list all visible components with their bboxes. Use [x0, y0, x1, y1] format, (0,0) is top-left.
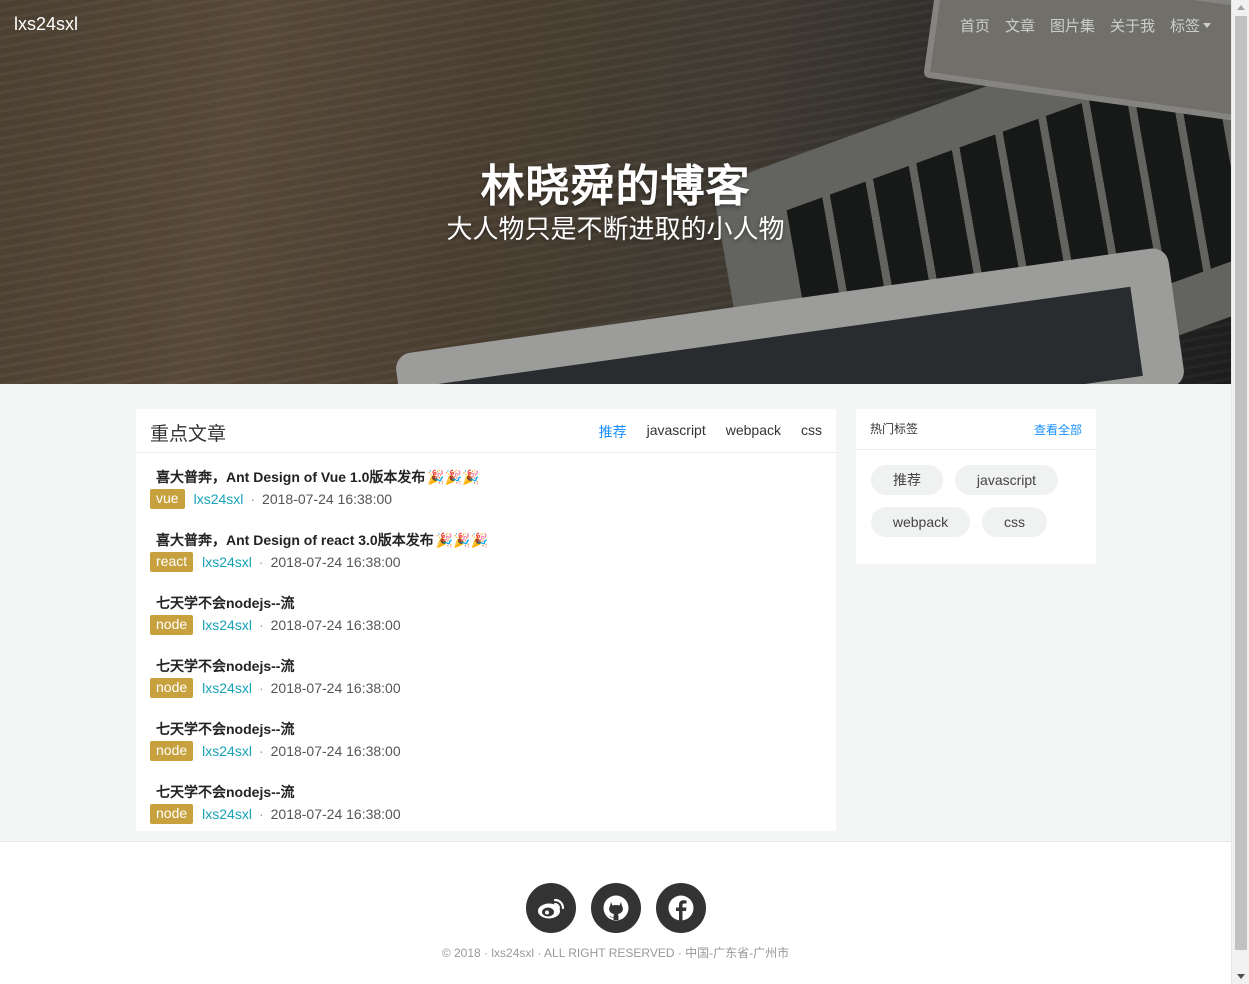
article-date: 2018-07-24 16:38:00: [270, 806, 401, 822]
article-tag-badge[interactable]: node: [150, 615, 194, 635]
article-author[interactable]: lxs24sxl: [202, 806, 252, 822]
article-tag-badge[interactable]: node: [150, 804, 194, 824]
side-card-title: 热门标签: [870, 422, 919, 436]
footer: © 2018 · lxs24sxl · ALL RIGHT RESERVED ·…: [0, 841, 1231, 984]
article-tag-badge[interactable]: node: [150, 678, 194, 698]
meta-separator: ·: [258, 680, 264, 696]
tag-pill[interactable]: css: [982, 507, 1047, 537]
hero-banner: 林晓舜的博客 大人物只是不断进取的小人物: [0, 0, 1231, 384]
article-meta: react lxs24sxl · 2018-07-24 16:38:00: [150, 552, 401, 572]
article-date: 2018-07-24 16:38:00: [262, 491, 393, 507]
article-date: 2018-07-24 16:38:00: [270, 743, 401, 759]
hero-title: 林晓舜的博客: [480, 162, 751, 211]
article-item[interactable]: 七天学不会nodejs--流 node lxs24sxl · 2018-07-2…: [150, 656, 820, 706]
article-item[interactable]: 七天学不会nodejs--流 node lxs24sxl · 2018-07-2…: [150, 719, 820, 769]
hot-tags-card: 热门标签 查看全部 推荐 javascript webpack css: [856, 409, 1096, 564]
article-title[interactable]: 喜大普奔，Ant Design of Vue 1.0版本发布 🎉🎉🎉: [156, 467, 480, 487]
meta-separator: ·: [258, 743, 264, 759]
copyright-text: © 2018 · lxs24sxl · ALL RIGHT RESERVED ·…: [441, 946, 790, 960]
article-date: 2018-07-24 16:38:00: [270, 617, 401, 633]
brand-logo[interactable]: lxs24sxl: [14, 14, 78, 35]
meta-separator: ·: [258, 554, 264, 570]
article-title[interactable]: 七天学不会nodejs--流: [156, 656, 294, 676]
article-title[interactable]: 七天学不会nodejs--流: [156, 593, 294, 613]
github-icon[interactable]: [591, 883, 641, 933]
category-tabs: 推荐 javascript webpack css: [579, 422, 822, 442]
article-item[interactable]: 七天学不会nodejs--流 node lxs24sxl · 2018-07-2…: [150, 593, 820, 643]
nav-articles[interactable]: 文章: [1005, 15, 1035, 36]
facebook-icon[interactable]: [656, 883, 706, 933]
meta-separator: ·: [250, 491, 256, 507]
article-tag-badge[interactable]: node: [150, 741, 194, 761]
tab-webpack[interactable]: webpack: [726, 422, 781, 442]
tag-pill[interactable]: 推荐: [871, 465, 943, 495]
card-header: 重点文章 推荐 javascript webpack css: [136, 409, 836, 453]
party-popper-icon: 🎉🎉🎉: [435, 532, 488, 548]
page-scrollbar[interactable]: [1231, 0, 1249, 984]
view-all-link[interactable]: 查看全部: [1034, 421, 1082, 438]
article-meta: node lxs24sxl · 2018-07-24 16:38:00: [150, 615, 401, 635]
caret-down-icon: [1203, 23, 1211, 28]
article-date: 2018-07-24 16:38:00: [270, 554, 401, 570]
nav-tags-dropdown[interactable]: 标签: [1170, 15, 1211, 36]
article-title[interactable]: 七天学不会nodejs--流: [156, 719, 294, 739]
article-author[interactable]: lxs24sxl: [194, 491, 244, 507]
navbar: lxs24sxl 首页 文章 图片集 关于我 标签: [0, 0, 1231, 48]
article-item[interactable]: 喜大普奔，Ant Design of Vue 1.0版本发布 🎉🎉🎉 vue lx…: [150, 467, 820, 517]
side-card-header: 热门标签 查看全部: [856, 409, 1096, 450]
meta-separator: ·: [258, 617, 264, 633]
party-popper-icon: 🎉🎉🎉: [427, 469, 480, 485]
nav-about[interactable]: 关于我: [1110, 15, 1155, 36]
article-meta: node lxs24sxl · 2018-07-24 16:38:00: [150, 741, 401, 761]
weibo-icon[interactable]: [526, 883, 576, 933]
nav-gallery[interactable]: 图片集: [1050, 15, 1095, 36]
article-meta: node lxs24sxl · 2018-07-24 16:38:00: [150, 804, 401, 824]
hero-subtitle: 大人物只是不断进取的小人物: [446, 214, 785, 244]
article-title[interactable]: 喜大普奔，Ant Design of react 3.0版本发布 🎉🎉🎉: [156, 530, 488, 550]
card-title: 重点文章: [150, 424, 227, 445]
nav-home[interactable]: 首页: [960, 15, 990, 36]
article-item[interactable]: 七天学不会nodejs--流 node lxs24sxl · 2018-07-2…: [150, 782, 820, 832]
scrollbar-thumb[interactable]: [1235, 16, 1247, 950]
article-author[interactable]: lxs24sxl: [202, 617, 252, 633]
tab-css[interactable]: css: [801, 422, 822, 442]
article-author[interactable]: lxs24sxl: [202, 743, 252, 759]
article-tag-badge[interactable]: vue: [150, 489, 185, 509]
article-author[interactable]: lxs24sxl: [202, 680, 252, 696]
article-meta: node lxs24sxl · 2018-07-24 16:38:00: [150, 678, 401, 698]
article-author[interactable]: lxs24sxl: [202, 554, 252, 570]
article-date: 2018-07-24 16:38:00: [270, 680, 401, 696]
tag-pill[interactable]: webpack: [871, 507, 970, 537]
featured-articles-card: 重点文章 推荐 javascript webpack css 喜大普奔，Ant …: [136, 409, 836, 831]
nav-links: 首页 文章 图片集 关于我 标签: [945, 15, 1211, 36]
article-item[interactable]: 喜大普奔，Ant Design of react 3.0版本发布 🎉🎉🎉 reac…: [150, 530, 820, 580]
tab-javascript[interactable]: javascript: [647, 422, 706, 442]
article-tag-badge[interactable]: react: [150, 552, 194, 572]
article-meta: vue lxs24sxl · 2018-07-24 16:38:00: [150, 489, 392, 509]
tab-recommended[interactable]: 推荐: [599, 422, 627, 442]
scroll-up-icon[interactable]: [1237, 5, 1245, 10]
tag-pill[interactable]: javascript: [955, 465, 1058, 495]
article-title[interactable]: 七天学不会nodejs--流: [156, 782, 294, 802]
meta-separator: ·: [258, 806, 264, 822]
scroll-down-icon[interactable]: [1237, 974, 1245, 979]
nav-tags-label: 标签: [1169, 18, 1200, 35]
